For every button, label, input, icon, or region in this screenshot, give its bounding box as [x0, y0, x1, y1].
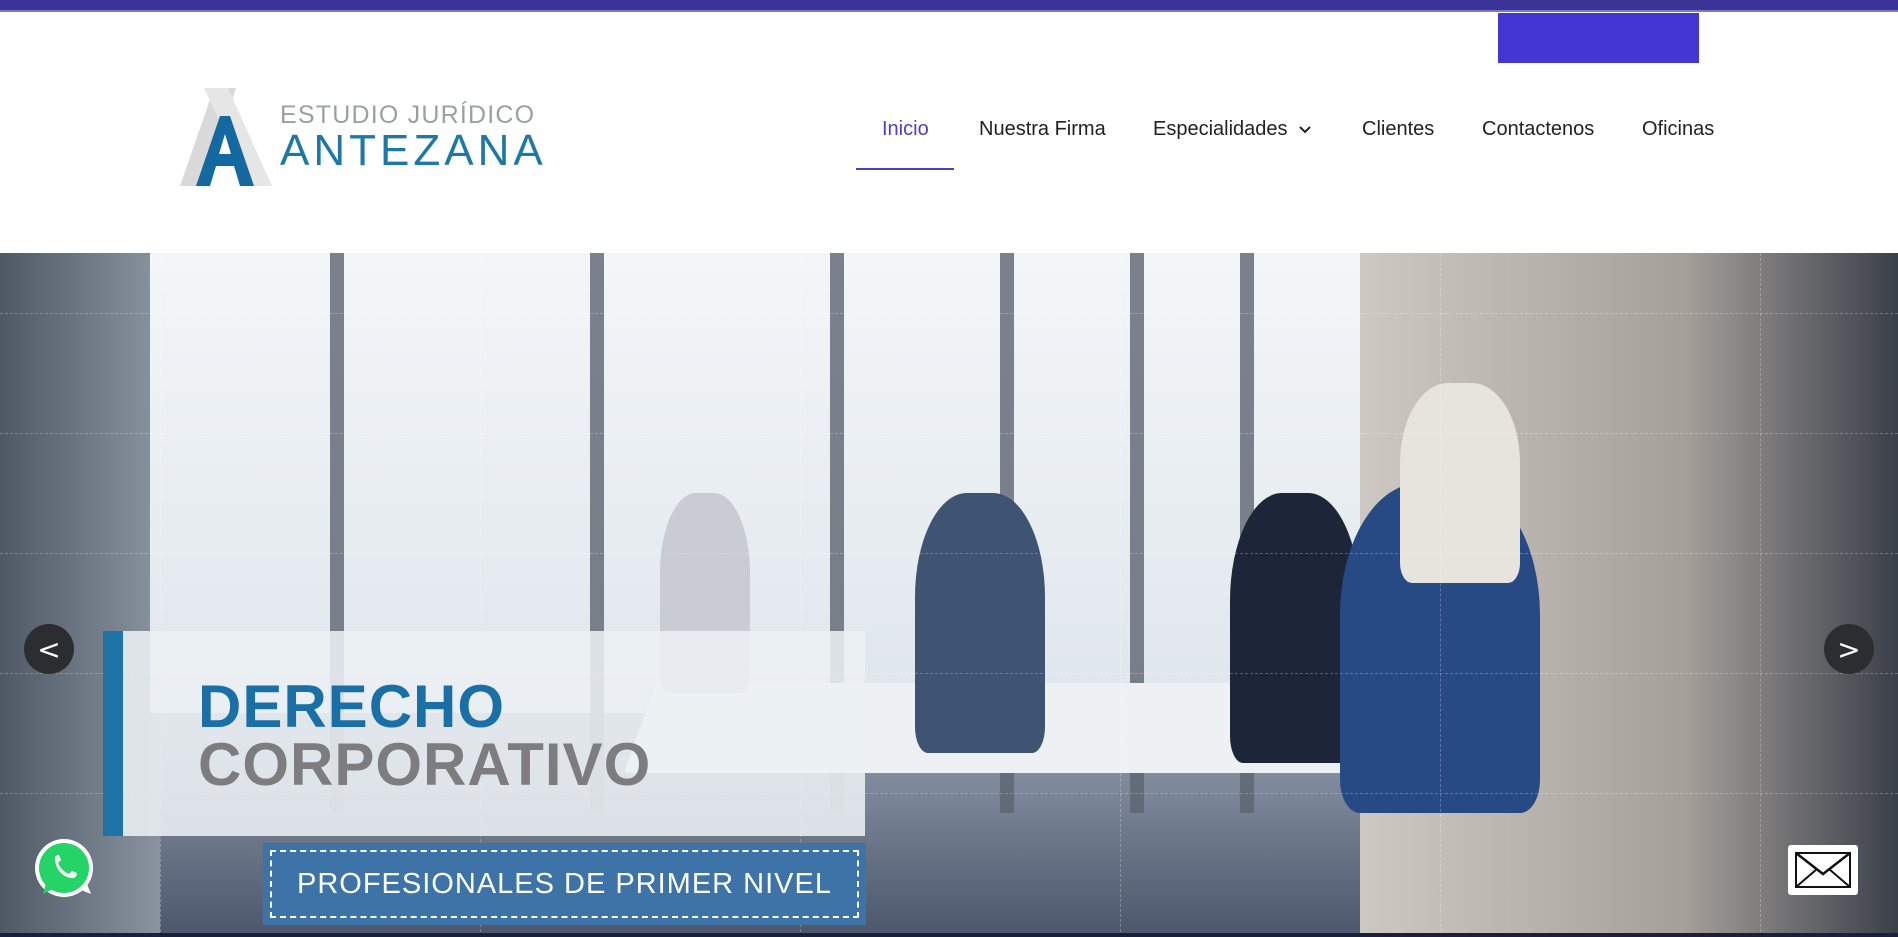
hero-grid-line	[0, 433, 1898, 434]
mail-icon	[1795, 852, 1851, 888]
hero-title-line-2: CORPORATIVO	[198, 731, 652, 798]
nav-item-especialidades[interactable]: Especialidades	[1153, 118, 1312, 141]
nav-item-nuestra-firma[interactable]: Nuestra Firma	[979, 118, 1106, 141]
site-logo[interactable]: ESTUDIO JURÍDICO ANTEZANA	[166, 88, 543, 188]
slider-next-button[interactable]: >	[1824, 624, 1874, 674]
nav-item-clientes[interactable]: Clientes	[1362, 118, 1434, 141]
logo-line-2: ANTEZANA	[280, 126, 547, 175]
top-accent-bar	[0, 0, 1898, 12]
hero-grid-line	[1440, 253, 1441, 937]
active-nav-underline	[856, 168, 954, 170]
hero-grid-line	[1760, 253, 1761, 937]
page-bottom-edge	[0, 933, 1898, 937]
hero-caption-accent	[103, 631, 123, 836]
nav-item-oficinas[interactable]: Oficinas	[1642, 118, 1714, 141]
hero-tagline-frame: PROFESIONALES DE PRIMER NIVEL	[270, 850, 859, 918]
chevron-down-icon	[1298, 118, 1312, 141]
hero-bg-person	[915, 493, 1045, 753]
nav-item-inicio[interactable]: Inicio	[882, 118, 929, 141]
hero-grid-line	[0, 313, 1898, 314]
hero-grid-line	[1120, 253, 1121, 937]
nav-item-contactenos[interactable]: Contactenos	[1482, 118, 1594, 141]
hero-tagline: PROFESIONALES DE PRIMER NIVEL	[296, 867, 832, 900]
header-cta-tab[interactable]	[1498, 13, 1699, 63]
mail-button[interactable]	[1788, 845, 1858, 895]
whatsapp-icon[interactable]	[33, 838, 95, 900]
nav-item-especialidades-label: Especialidades	[1153, 118, 1288, 140]
logo-mark-icon	[180, 88, 272, 186]
slider-prev-button[interactable]: <	[24, 624, 74, 674]
hero-grid-line	[0, 553, 1898, 554]
